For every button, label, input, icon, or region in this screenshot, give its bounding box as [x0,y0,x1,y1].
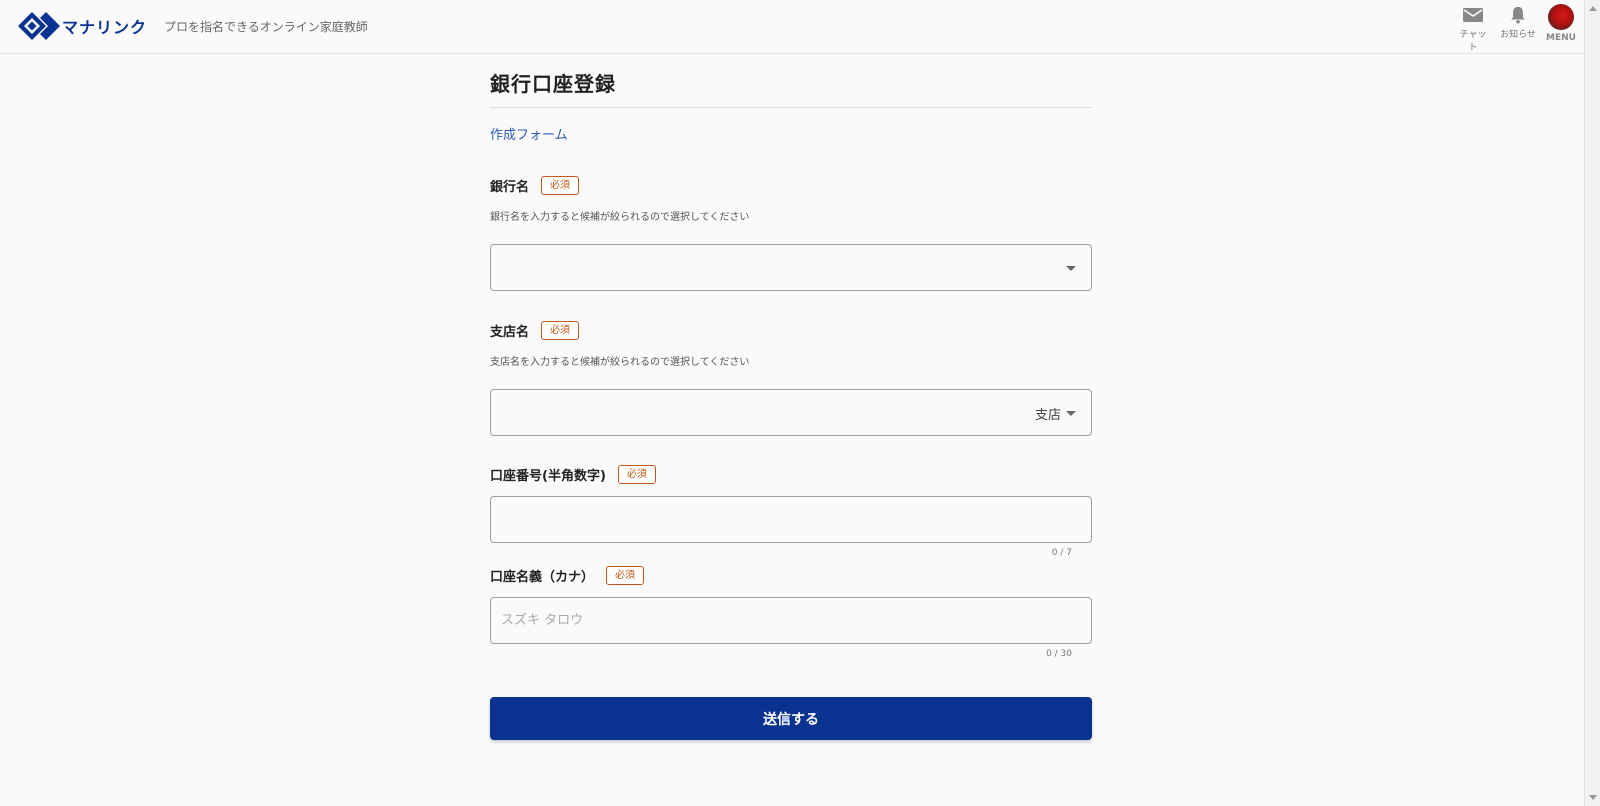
bank-name-label-row: 銀行名 必須 [490,176,580,195]
logo-text: マナリンク [62,18,148,37]
branch-name-select[interactable]: 支店 [490,389,1092,436]
account-name-label: 口座名義（カナ） [490,570,595,585]
branch-suffix: 支店 [1034,408,1061,423]
scroll-up-arrow-icon[interactable] [1589,6,1597,11]
required-badge: 必須 [606,566,645,585]
bank-name-label: 銀行名 [490,180,530,195]
menu-label: MENU [1546,33,1576,43]
account-name-counter: 0 / 30 [1046,649,1072,659]
account-number-field[interactable] [490,496,1092,543]
notice-label: お知らせ [1500,30,1536,40]
account-number-counter: 0 / 7 [1051,548,1072,558]
logo-mark-icon [18,12,60,40]
page-scrollbar[interactable] [1584,0,1600,806]
title-divider [490,107,1092,108]
account-number-label: 口座番号(半角数字) [490,469,606,484]
account-number-input[interactable] [491,497,1091,542]
required-badge: 必須 [617,465,656,484]
chat-button[interactable]: チャット [1458,6,1488,53]
required-badge: 必須 [541,176,580,195]
mail-icon [1463,8,1483,22]
tagline: プロを指名できるオンライン家庭教師 [164,20,368,34]
chat-label: チャット [1459,30,1487,53]
account-number-label-row: 口座番号(半角数字) 必須 [490,465,656,484]
bank-name-select[interactable] [490,244,1092,291]
submit-button[interactable]: 送信する [490,697,1092,740]
menu-button[interactable]: MENU [1544,4,1578,43]
create-form-link[interactable]: 作成フォーム [490,124,568,143]
branch-name-label: 支店名 [490,325,530,340]
avatar [1548,4,1574,30]
page-title: 銀行口座登録 [490,72,616,96]
branch-name-label-row: 支店名 必須 [490,321,580,340]
bank-name-hint: 銀行名を入力すると候補が絞られるので選択してください [490,212,750,223]
chevron-down-icon [1066,266,1076,271]
bell-icon [1511,6,1525,24]
branch-name-hint: 支店名を入力すると候補が絞られるので選択してください [490,357,750,368]
app-header: マナリンク プロを指名できるオンライン家庭教師 チャット お知らせ MENU [0,0,1584,54]
logo[interactable]: マナリンク [18,11,147,41]
account-name-input[interactable] [491,598,1091,643]
notice-button[interactable]: お知らせ [1498,6,1538,40]
account-name-field[interactable] [490,597,1092,644]
required-badge: 必須 [541,321,580,340]
account-name-label-row: 口座名義（カナ） 必須 [490,566,645,585]
chevron-down-icon [1066,411,1076,416]
scroll-down-arrow-icon[interactable] [1589,795,1597,800]
